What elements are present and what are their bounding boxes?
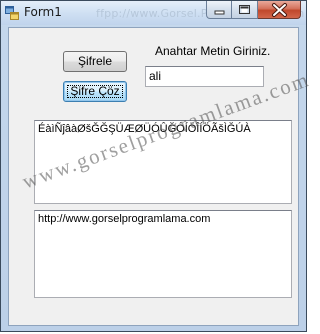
focus-rectangle <box>67 85 123 98</box>
maximize-button[interactable] <box>232 1 258 19</box>
output-textbox[interactable]: ÉàìÑĵâàØšĞĞŞÜÆØÜÓÛĞÓÍÖÎÍÖÃšÌĞÚÀ <box>34 120 292 204</box>
title-bar[interactable]: Form1 ffpp://www.Gorsel.Programlama.com <box>1 1 306 25</box>
maximize-icon <box>239 5 250 14</box>
form1-window: Form1 ffpp://www.Gorsel.Programlama.com <box>0 0 313 332</box>
close-button[interactable] <box>258 1 301 19</box>
close-icon <box>272 3 287 17</box>
decrypt-button[interactable]: Şifre Çöz <box>63 81 127 102</box>
key-input[interactable]: ali <box>145 66 264 87</box>
form-client-area: Şifrele Şifre Çöz Anahtar Metin Giriniz.… <box>8 27 299 326</box>
window-title: Form1 <box>24 5 62 19</box>
form-app-icon[interactable] <box>5 6 19 20</box>
encrypt-button[interactable]: Şifrele <box>63 51 127 72</box>
input-textbox[interactable]: http://www.gorselprogramlama.com <box>34 210 292 298</box>
minimize-button[interactable] <box>206 1 232 19</box>
caption-buttons <box>206 1 301 20</box>
minimize-icon <box>214 10 225 15</box>
encrypt-button-label: Şifrele <box>77 54 112 68</box>
key-prompt-label: Anahtar Metin Giriniz. <box>155 44 271 58</box>
